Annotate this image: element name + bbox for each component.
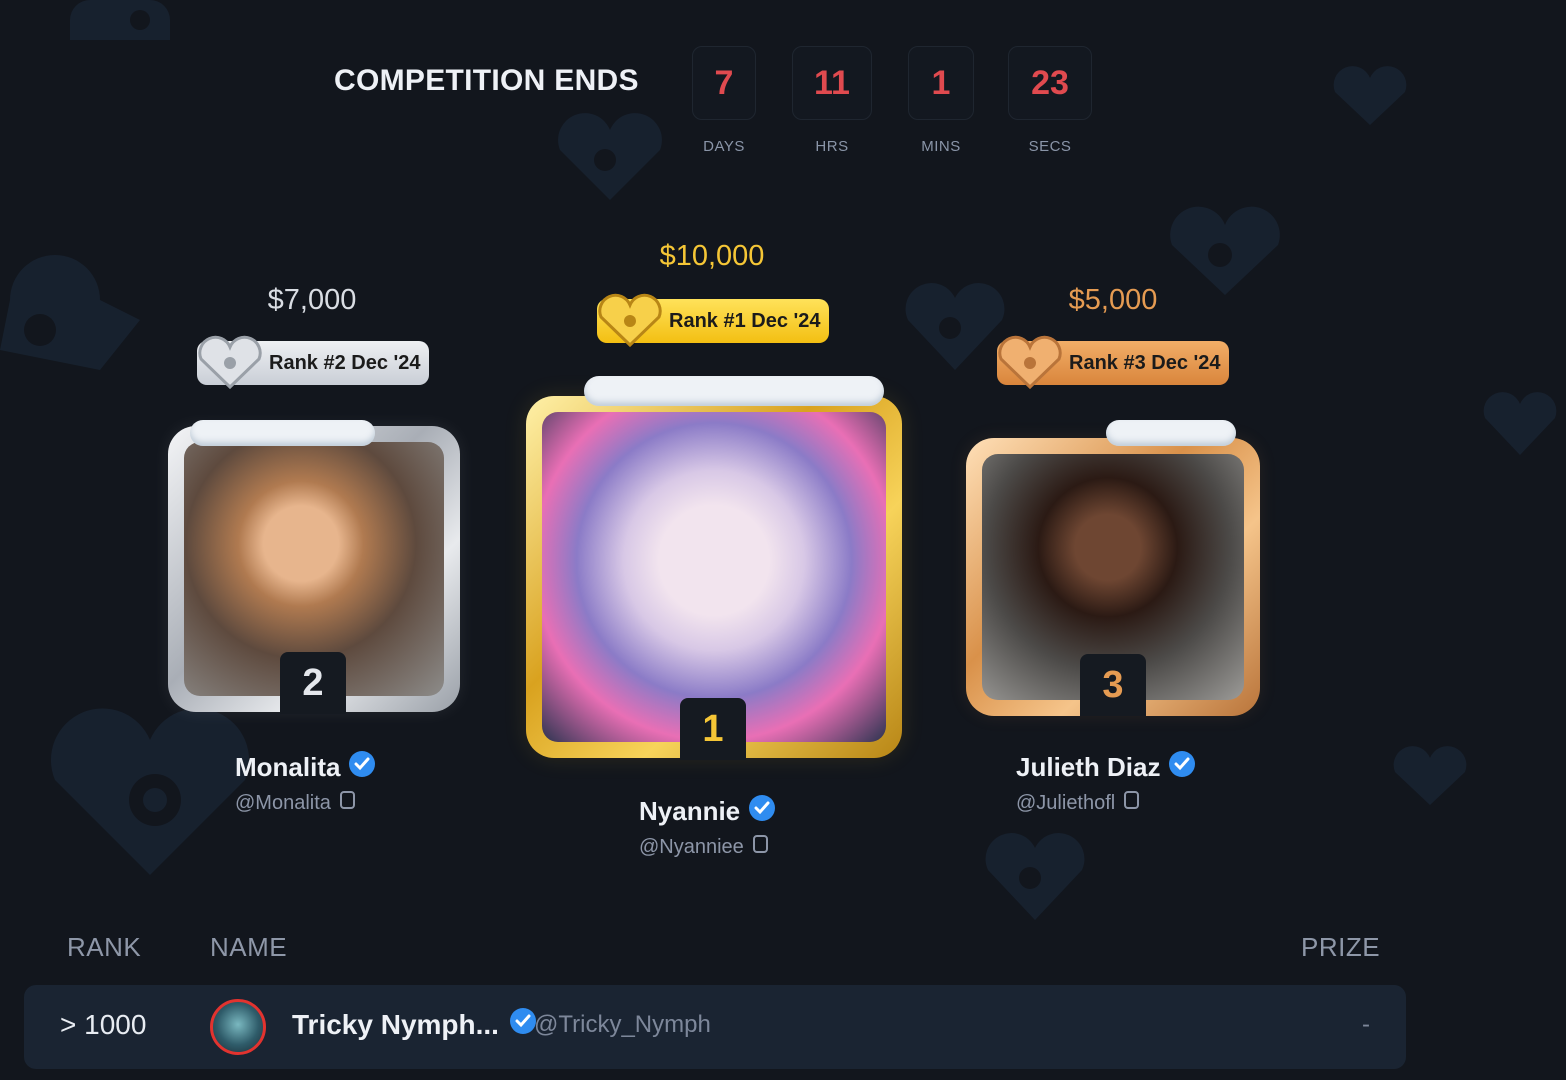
- copy-icon[interactable]: [339, 790, 357, 816]
- background-lock-heart-icon: [1480, 380, 1560, 460]
- bronze-lock-heart-icon: [995, 333, 1065, 397]
- row-handle: @Tricky_Nymph: [534, 1011, 711, 1038]
- background-lock-heart-icon: [0, 230, 150, 380]
- second-place-badge-label: Rank #2 Dec '24: [269, 351, 421, 374]
- background-lock-heart-icon: [1390, 740, 1470, 810]
- first-place-avatar-photo: [542, 412, 886, 742]
- gold-lock-heart-icon: [595, 291, 665, 355]
- snow-cap-decoration: [190, 420, 375, 446]
- verified-badge-icon: [748, 794, 776, 829]
- second-place-name-row[interactable]: Monalita: [235, 750, 376, 785]
- competition-ends-title: COMPETITION ENDS: [334, 64, 639, 97]
- third-place-name-row[interactable]: Julieth Diaz: [1016, 750, 1196, 785]
- row-rank: > 1000: [60, 1009, 147, 1040]
- countdown-minutes-label: MINS: [921, 138, 961, 155]
- second-place-handle: @Monalita: [235, 791, 331, 814]
- countdown-hours-value: 11: [792, 46, 872, 120]
- copy-icon[interactable]: [752, 834, 770, 860]
- countdown-hours-label: HRS: [815, 138, 849, 155]
- second-place-name: Monalita: [235, 752, 341, 782]
- second-place-rank-number: 2: [280, 652, 346, 714]
- first-place-rank-number: 1: [680, 698, 746, 760]
- first-place-prize: $10,000: [659, 240, 765, 272]
- countdown-days-value: 7: [692, 46, 756, 120]
- background-lock-heart-icon: [900, 270, 1010, 380]
- background-lock-heart-icon: [980, 820, 1090, 930]
- table-row[interactable]: > 1000 Tricky Nymph... @Tricky_Nymph -: [24, 985, 1406, 1069]
- first-place-name-row[interactable]: Nyannie: [639, 794, 776, 829]
- avatar[interactable]: [210, 999, 266, 1055]
- first-place-name: Nyannie: [639, 796, 741, 826]
- row-prize: -: [1362, 1011, 1370, 1038]
- background-lock-heart-icon: [550, 100, 670, 210]
- third-place-badge-label: Rank #3 Dec '24: [1069, 351, 1221, 374]
- countdown-days-label: DAYS: [703, 138, 745, 155]
- third-place-name: Julieth Diaz: [1016, 752, 1161, 782]
- countdown-seconds-label: SECS: [1028, 138, 1072, 155]
- row-name-cell[interactable]: Tricky Nymph...: [292, 1007, 537, 1042]
- first-place-rank-badge: Rank #1 Dec '24: [597, 293, 829, 348]
- countdown-minutes-value: 1: [908, 46, 974, 120]
- third-place-prize: $5,000: [1068, 284, 1158, 316]
- copy-icon[interactable]: [1123, 790, 1141, 816]
- snow-cap-decoration: [584, 376, 884, 406]
- table-header-rank: RANK: [67, 932, 142, 962]
- first-place-badge-label: Rank #1 Dec '24: [669, 309, 821, 332]
- third-place-handle: @Juliethofl: [1016, 791, 1116, 814]
- verified-badge-icon: [1168, 750, 1196, 785]
- verified-badge-icon: [348, 750, 376, 785]
- snow-cap-decoration: [1106, 420, 1236, 446]
- first-place-handle: @Nyanniee: [639, 835, 744, 858]
- silver-lock-heart-icon: [195, 333, 265, 397]
- second-place-rank-badge: Rank #2 Dec '24: [197, 335, 429, 390]
- first-place-handle-row: @Nyanniee: [639, 834, 770, 860]
- row-name: Tricky Nymph...: [292, 1008, 499, 1040]
- third-place-rank-number: 3: [1080, 654, 1146, 716]
- verified-badge-icon: [509, 1007, 537, 1042]
- countdown-seconds-value: 23: [1008, 46, 1092, 120]
- background-lock-heart-icon: [40, 690, 260, 880]
- third-place-rank-badge: Rank #3 Dec '24: [997, 335, 1229, 390]
- third-place-handle-row: @Juliethofl: [1016, 790, 1141, 816]
- table-header-name: NAME: [210, 932, 288, 962]
- second-place-handle-row: @Monalita: [235, 790, 357, 816]
- table-header-prize: PRIZE: [1301, 932, 1381, 962]
- background-lock-heart-icon: [1330, 60, 1410, 130]
- background-lock-heart-icon: [70, 0, 180, 60]
- second-place-prize: $7,000: [267, 284, 357, 316]
